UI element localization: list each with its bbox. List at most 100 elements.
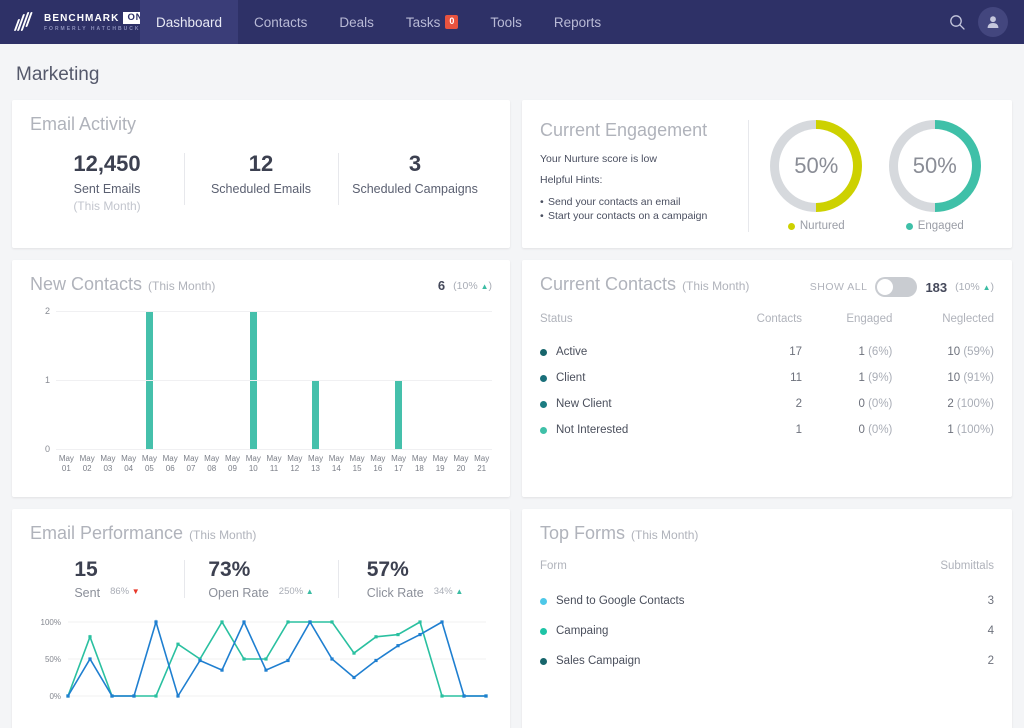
dashboard-grid: Email Activity 12,450 Sent Emails (This … bbox=[0, 86, 1024, 728]
legend-color-dot bbox=[788, 223, 795, 230]
gridline bbox=[56, 311, 492, 312]
nav-item-label: Tasks bbox=[406, 15, 441, 30]
table-row[interactable]: New Client20 (0%)2 (100%) bbox=[540, 391, 994, 417]
data-point[interactable] bbox=[330, 657, 333, 660]
cell-engaged: 1 (6%) bbox=[802, 339, 892, 365]
table-row[interactable]: Campaing4 bbox=[540, 616, 994, 646]
stat-open-rate: 73% Open Rate 250% ▲ bbox=[184, 558, 338, 600]
y-axis-tick: 50% bbox=[45, 655, 61, 664]
table-row[interactable]: Not Interested10 (0%)1 (100%) bbox=[540, 417, 994, 443]
x-axis-label: May07 bbox=[181, 454, 202, 474]
stat-scheduled-emails: 12 Scheduled Emails bbox=[184, 151, 338, 213]
data-point[interactable] bbox=[132, 694, 135, 697]
stat-sent: 15 Sent 86% ▼ bbox=[30, 558, 184, 600]
card-subtitle: (This Month) bbox=[682, 279, 749, 293]
email-performance-line-chart: 0%50%100% bbox=[34, 614, 492, 715]
data-point[interactable] bbox=[264, 657, 267, 660]
data-point[interactable] bbox=[110, 694, 113, 697]
y-axis-tick: 2 bbox=[34, 306, 50, 316]
table-row[interactable]: Sales Campaign2 bbox=[540, 646, 994, 676]
stat-value: 12 bbox=[184, 151, 338, 177]
delta-down-arrow-icon: ▼ bbox=[132, 587, 140, 596]
data-point[interactable] bbox=[242, 657, 245, 660]
card-subtitle: (This Month) bbox=[631, 528, 698, 542]
data-point[interactable] bbox=[352, 676, 355, 679]
data-point[interactable] bbox=[286, 620, 289, 623]
data-point[interactable] bbox=[66, 694, 69, 697]
nav-item-reports[interactable]: Reports bbox=[538, 0, 617, 44]
data-point[interactable] bbox=[220, 669, 223, 672]
nav-item-contacts[interactable]: Contacts bbox=[238, 0, 323, 44]
cell-form: Campaing bbox=[540, 616, 871, 646]
form-color-dot bbox=[540, 598, 547, 605]
cell-submittals: 3 bbox=[871, 586, 994, 616]
bar[interactable] bbox=[312, 380, 319, 449]
donut-chart: 50% bbox=[770, 120, 862, 212]
nav-item-label: Tools bbox=[490, 15, 522, 30]
show-all-toggle[interactable] bbox=[875, 277, 917, 297]
current-contacts-total: 183 bbox=[925, 280, 947, 295]
data-point[interactable] bbox=[484, 694, 487, 697]
data-point[interactable] bbox=[154, 620, 157, 623]
hint-item: Start your contacts on a campaign bbox=[540, 209, 738, 223]
data-point[interactable] bbox=[308, 620, 311, 623]
x-axis-label: May01 bbox=[56, 454, 77, 474]
data-point[interactable] bbox=[374, 635, 377, 638]
data-point[interactable] bbox=[220, 620, 223, 623]
cell-neglected: 10 (59%) bbox=[892, 339, 994, 365]
data-point[interactable] bbox=[88, 635, 91, 638]
nav-item-tasks[interactable]: Tasks 0 bbox=[390, 0, 475, 44]
bar[interactable] bbox=[395, 380, 402, 449]
data-point[interactable] bbox=[330, 620, 333, 623]
data-point[interactable] bbox=[352, 651, 355, 654]
stat-label: Click Rate bbox=[367, 586, 424, 600]
data-point[interactable] bbox=[396, 633, 399, 636]
form-label: Send to Google Contacts bbox=[556, 595, 685, 607]
data-point[interactable] bbox=[418, 620, 421, 623]
cell-submittals: 2 bbox=[871, 646, 994, 676]
search-icon bbox=[949, 14, 966, 31]
donut-legend: Engaged bbox=[889, 220, 981, 232]
data-point[interactable] bbox=[154, 694, 157, 697]
delta-up-arrow-icon: ▲ bbox=[306, 587, 314, 596]
cell-engaged: 0 (0%) bbox=[802, 391, 892, 417]
nav-item-dashboard[interactable]: Dashboard bbox=[140, 0, 238, 44]
table-row[interactable]: Active171 (6%)10 (59%) bbox=[540, 339, 994, 365]
data-point[interactable] bbox=[176, 643, 179, 646]
data-point[interactable] bbox=[396, 644, 399, 647]
hint-item: Send your contacts an email bbox=[540, 195, 738, 209]
nav-item-deals[interactable]: Deals bbox=[323, 0, 390, 44]
x-axis-label: May19 bbox=[430, 454, 451, 474]
data-point[interactable] bbox=[418, 633, 421, 636]
table-row[interactable]: Send to Google Contacts 3 bbox=[540, 586, 994, 616]
nav-item-tools[interactable]: Tools bbox=[474, 0, 538, 44]
hints-list: Send your contacts an email Start your c… bbox=[540, 195, 738, 223]
table-row[interactable]: Client111 (9%)10 (91%) bbox=[540, 365, 994, 391]
data-point[interactable] bbox=[198, 659, 201, 662]
data-point[interactable] bbox=[286, 659, 289, 662]
card-email-performance: Email Performance (This Month) 15 Sent 8… bbox=[12, 509, 510, 728]
app-logo[interactable]: BENCHMARK ONE FORMERLY HATCHBUCK bbox=[0, 0, 140, 44]
delta-up-arrow-icon: ▲ bbox=[481, 282, 489, 291]
data-point[interactable] bbox=[242, 620, 245, 623]
stat-value: 3 bbox=[338, 151, 492, 177]
stat-label: Scheduled Campaigns bbox=[338, 182, 492, 196]
data-point[interactable] bbox=[88, 657, 91, 660]
x-axis-label: May17 bbox=[388, 454, 409, 474]
data-point[interactable] bbox=[176, 694, 179, 697]
stat-value: 12,450 bbox=[30, 151, 184, 177]
column-header-neglected: Neglected bbox=[892, 313, 994, 339]
data-point[interactable] bbox=[440, 694, 443, 697]
data-point[interactable] bbox=[374, 659, 377, 662]
account-button[interactable] bbox=[978, 7, 1008, 37]
status-label: Client bbox=[556, 372, 585, 384]
column-header-submittals: Submittals bbox=[871, 560, 994, 586]
data-point[interactable] bbox=[462, 694, 465, 697]
cell-engaged: 1 (9%) bbox=[802, 365, 892, 391]
search-button[interactable] bbox=[942, 7, 972, 37]
cell-submittals: 4 bbox=[871, 616, 994, 646]
data-point[interactable] bbox=[264, 669, 267, 672]
stat-value: 73% bbox=[208, 558, 268, 582]
data-point[interactable] bbox=[440, 620, 443, 623]
stat-scheduled-campaigns: 3 Scheduled Campaigns bbox=[338, 151, 492, 213]
